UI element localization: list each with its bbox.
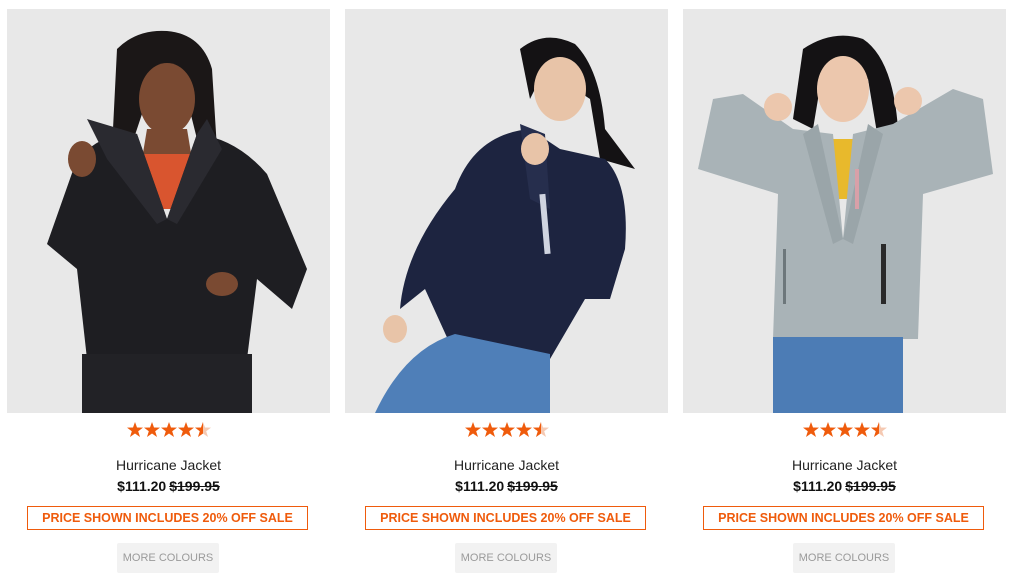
product-image-grey-jacket: [683, 9, 1006, 413]
product-photo[interactable]: [683, 9, 1006, 413]
product-image-navy-jacket: [345, 9, 668, 413]
star-rating-icon: [126, 422, 211, 437]
was-price: $199.95: [845, 478, 896, 494]
product-photo[interactable]: [7, 9, 330, 413]
current-price: $111.20: [117, 478, 167, 494]
rating-stars: [683, 421, 1006, 441]
was-price: $199.95: [169, 478, 220, 494]
product-card[interactable]: Hurricane Jacket $111.20 $199.95 PRICE SH…: [345, 9, 668, 575]
current-price: $111.20: [455, 478, 505, 494]
more-colours-button[interactable]: MORE COLOURS: [455, 543, 557, 573]
product-image-black-jacket: [7, 9, 330, 413]
rating-stars: [345, 421, 668, 441]
sale-badge: PRICE SHOWN INCLUDES 20% OFF SALE: [27, 506, 308, 530]
product-name[interactable]: Hurricane Jacket: [683, 457, 1006, 473]
more-colours-button[interactable]: MORE COLOURS: [793, 543, 895, 573]
star-rating-icon: [464, 422, 549, 437]
current-price: $111.20: [793, 478, 843, 494]
product-card[interactable]: Hurricane Jacket $111.20 $199.95 PRICE SH…: [683, 9, 1006, 575]
star-rating-icon: [802, 422, 887, 437]
price-row: $111.20 $199.95: [683, 478, 1006, 494]
was-price: $199.95: [507, 478, 558, 494]
product-name[interactable]: Hurricane Jacket: [345, 457, 668, 473]
product-grid: Hurricane Jacket $111.20 $199.95 PRICE SH…: [7, 9, 1007, 575]
rating-stars: [7, 421, 330, 441]
product-photo[interactable]: [345, 9, 668, 413]
more-colours-button[interactable]: MORE COLOURS: [117, 543, 219, 573]
product-card[interactable]: Hurricane Jacket $111.20 $199.95 PRICE SH…: [7, 9, 330, 575]
sale-badge: PRICE SHOWN INCLUDES 20% OFF SALE: [703, 506, 984, 530]
sale-badge: PRICE SHOWN INCLUDES 20% OFF SALE: [365, 506, 646, 530]
product-name[interactable]: Hurricane Jacket: [7, 457, 330, 473]
price-row: $111.20 $199.95: [345, 478, 668, 494]
price-row: $111.20 $199.95: [7, 478, 330, 494]
